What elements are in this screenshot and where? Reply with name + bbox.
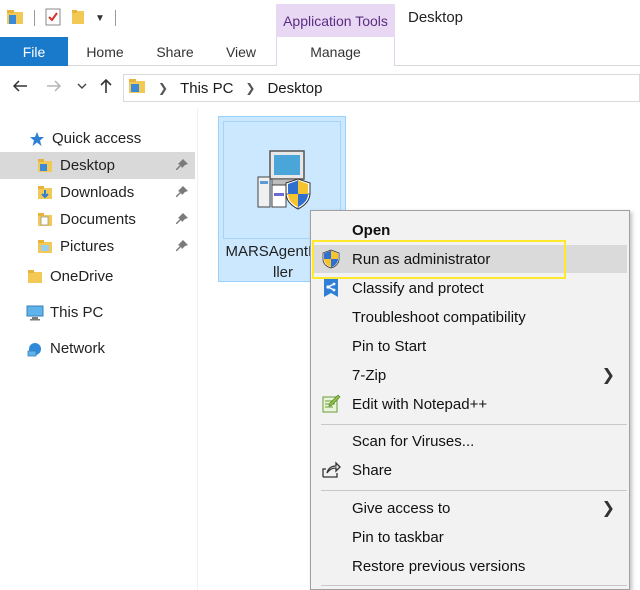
sidebar-item-label: Quick access [52, 130, 142, 147]
up-arrow-icon [100, 78, 112, 93]
navigation-pane: Quick access Desktop Downloads Documents [0, 108, 198, 590]
menu-item-7-zip[interactable]: 7-Zip ❯ [313, 361, 627, 389]
breadcrumb-chevron-icon[interactable]: ❯ [239, 81, 261, 95]
menu-item-restore-previous-versions[interactable]: Restore previous versions [313, 552, 627, 580]
menu-item-label: Give access to [352, 499, 451, 517]
menu-item-label: Share [352, 461, 393, 479]
menu-item-label: Classify and protect [352, 279, 484, 297]
pin-icon[interactable] [175, 239, 189, 253]
application-tools-label: Application Tools [276, 4, 395, 37]
chevron-right-icon: ❯ [601, 500, 615, 517]
sidebar-item-network[interactable]: Network [0, 335, 195, 362]
sidebar-item-onedrive[interactable]: OneDrive [0, 263, 195, 290]
pin-icon[interactable] [175, 158, 189, 172]
menu-item-label: Open [352, 221, 391, 239]
menu-item-share[interactable]: Share [313, 456, 627, 484]
back-button[interactable] [10, 76, 30, 96]
up-button[interactable] [96, 76, 116, 96]
sidebar-item-pictures[interactable]: Pictures [0, 233, 195, 260]
menu-separator [321, 424, 627, 425]
sidebar-item-downloads[interactable]: Downloads [0, 179, 195, 206]
menu-item-label: Restore previous versions [352, 557, 526, 575]
star-icon [28, 130, 46, 148]
window-title: Desktop [408, 9, 464, 26]
breadcrumb-chevron-icon[interactable]: ❯ [152, 81, 174, 95]
menu-item-troubleshoot-compatibility[interactable]: Troubleshoot compatibility [313, 303, 627, 331]
menu-item-scan-for-viruses[interactable]: Scan for Viruses... [313, 427, 627, 455]
chevron-right-icon: ❯ [601, 367, 615, 384]
tab-manage[interactable]: Manage [276, 37, 395, 66]
menu-item-pin-to-start[interactable]: Pin to Start [313, 332, 627, 360]
menu-item-label: Run as administrator [352, 250, 491, 268]
menu-item-label: 7-Zip [352, 366, 387, 384]
menu-item-pin-to-taskbar[interactable]: Pin to taskbar [313, 523, 627, 551]
chevron-down-icon [77, 83, 87, 89]
documents-folder-icon [36, 211, 54, 229]
title-bar: ▼ Application Tools Desktop [0, 0, 640, 37]
menu-item-label: Pin to Start [352, 337, 427, 355]
tab-view[interactable]: View [220, 37, 262, 66]
sidebar-item-desktop[interactable]: Desktop [0, 152, 195, 179]
desktop-folder-icon [36, 157, 54, 175]
sidebar-item-label: Network [50, 340, 106, 357]
sidebar-item-label: Desktop [60, 157, 116, 174]
breadcrumb-desktop[interactable]: Desktop [267, 80, 322, 97]
properties-icon[interactable] [45, 8, 61, 29]
uac-shield-icon [321, 249, 341, 269]
quick-access-toolbar: ▼ [6, 6, 116, 30]
toolbar-separator [34, 10, 35, 26]
navigation-bar: ❯ This PC ❯ Desktop [0, 66, 640, 108]
menu-item-label: Edit with Notepad++ [352, 395, 488, 413]
sidebar-item-this-pc[interactable]: This PC [0, 299, 195, 326]
menu-item-label: Pin to taskbar [352, 528, 444, 546]
new-folder-icon[interactable] [71, 9, 85, 28]
breadcrumb-this-pc[interactable]: This PC [180, 80, 233, 97]
menu-item-classify-and-protect[interactable]: Classify and protect [313, 274, 627, 302]
menu-item-run-as-administrator[interactable]: Run as administrator [313, 245, 627, 273]
share-icon [321, 460, 341, 480]
recent-locations-button[interactable] [72, 76, 92, 96]
customize-dropdown-icon[interactable]: ▼ [95, 13, 105, 24]
folder-icon[interactable] [6, 9, 24, 28]
pin-icon[interactable] [175, 185, 189, 199]
sidebar-item-label: OneDrive [50, 268, 114, 285]
tab-home[interactable]: Home [78, 37, 132, 66]
menu-item-label: Troubleshoot compatibility [352, 308, 526, 326]
classify-icon [321, 278, 341, 298]
ribbon-tabs: File Home Share View Manage [0, 37, 640, 66]
menu-item-give-access-to[interactable]: Give access to ❯ [313, 494, 627, 522]
menu-item-edit-with-notepadpp[interactable]: Edit with Notepad++ [313, 390, 627, 418]
menu-item-open[interactable]: Open [313, 216, 627, 244]
computer-icon [26, 304, 44, 322]
downloads-folder-icon [36, 184, 54, 202]
tab-share[interactable]: Share [150, 37, 200, 66]
pin-icon[interactable] [175, 212, 189, 226]
sidebar-item-label: Downloads [60, 184, 135, 201]
menu-item-label: Scan for Viruses... [352, 432, 475, 450]
desktop-folder-icon [128, 78, 146, 98]
sidebar-item-documents[interactable]: Documents [0, 206, 195, 233]
network-icon [26, 340, 44, 358]
onedrive-folder-icon [26, 268, 44, 286]
back-arrow-icon [12, 80, 27, 92]
forward-button[interactable] [44, 76, 64, 96]
pictures-folder-icon [36, 238, 54, 256]
menu-separator [321, 585, 627, 586]
tab-file[interactable]: File [0, 37, 68, 66]
sidebar-item-quick-access[interactable]: Quick access [0, 125, 195, 152]
sidebar-item-label: Pictures [60, 238, 115, 255]
notepadpp-icon [321, 394, 341, 414]
context-menu: Open Run as administrator Classify and p… [310, 210, 630, 590]
sidebar-item-label: Documents [60, 211, 136, 228]
menu-separator [321, 490, 627, 491]
address-bar[interactable]: ❯ This PC ❯ Desktop [123, 74, 640, 102]
toolbar-separator [114, 10, 116, 26]
sidebar-item-label: This PC [50, 304, 104, 321]
forward-arrow-icon [47, 80, 62, 92]
